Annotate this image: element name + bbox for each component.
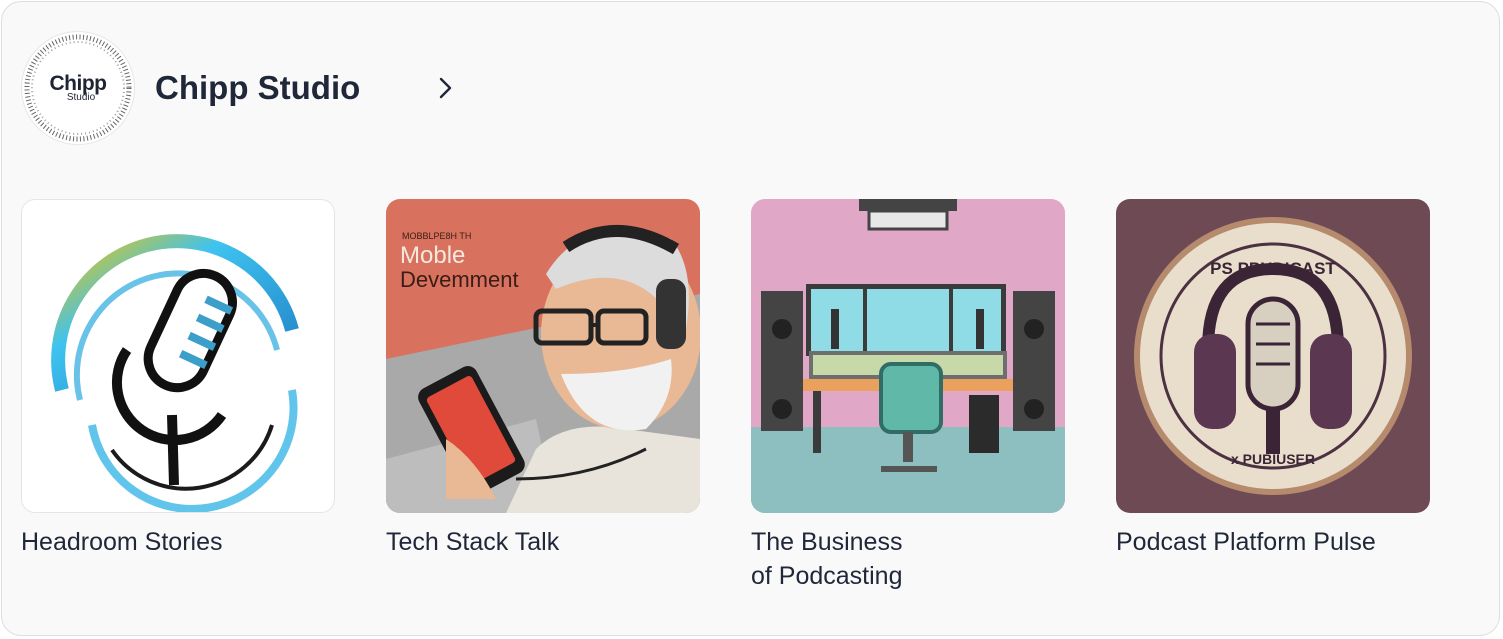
show-item-podcast-platform-pulse[interactable]: PS PPUDICAST x PUBIUSER Podcast Platform… [1116, 199, 1430, 593]
show-item-tech-stack-talk[interactable]: MOBBLPE8H TH Moble Devemment Tech Stack … [386, 199, 700, 593]
show-title[interactable]: Headroom Stories [21, 525, 335, 559]
studio-title[interactable]: Chipp Studio [155, 69, 360, 107]
chevron-right-icon[interactable] [434, 76, 458, 100]
podcast-badge-illustration: PS PPUDICAST x PUBIUSER [1134, 217, 1412, 495]
man-with-headphones-illustration: MOBBLPE8H TH Moble Devemment [386, 225, 700, 513]
show-list: Headroom Stories MOBBLPE8H TH Moble Deve… [21, 199, 1430, 593]
avatar-logo-text: Chipp [49, 72, 107, 95]
studio-header[interactable]: Chipp Studio Chipp Studio [21, 31, 458, 145]
show-cover[interactable] [21, 199, 335, 513]
show-title[interactable]: Tech Stack Talk [386, 525, 700, 559]
show-item-business-of-podcasting[interactable]: The Business of Podcasting [751, 199, 1065, 593]
studio-avatar[interactable]: Chipp Studio [21, 31, 135, 145]
badge-bottom-text: x PUBIUSER [1231, 451, 1315, 467]
badge-top-text: PS PPUDICAST [1210, 259, 1336, 278]
show-cover[interactable]: PS PPUDICAST x PUBIUSER [1116, 199, 1430, 513]
cover-big-text-line2: Devemment [400, 267, 519, 292]
cover-big-text-line1: Moble [400, 242, 465, 269]
cover-small-text: MOBBLPE8H TH [402, 231, 471, 241]
show-title[interactable]: The Business of Podcasting [751, 525, 1065, 593]
show-cover[interactable] [751, 199, 1065, 513]
microphone-logo-icon [51, 234, 299, 512]
show-item-headroom-stories[interactable]: Headroom Stories [21, 199, 335, 593]
studio-card: Chipp Studio Chipp Studio Headroom Stori… [1, 1, 1500, 636]
show-cover[interactable]: MOBBLPE8H TH Moble Devemment [386, 199, 700, 513]
studio-desk-illustration [751, 199, 1065, 513]
show-title[interactable]: Podcast Platform Pulse [1116, 525, 1430, 559]
